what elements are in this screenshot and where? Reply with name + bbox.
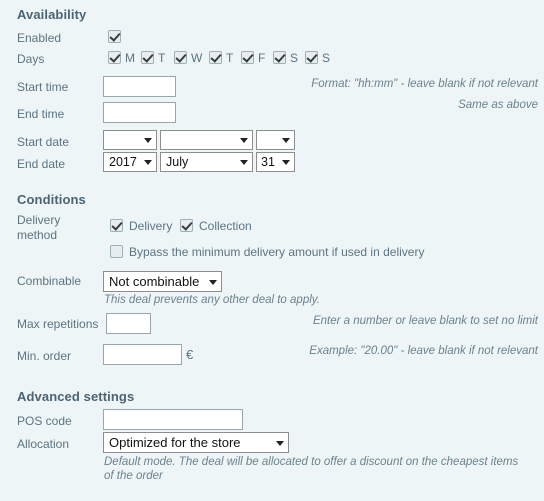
end-date-year-select[interactable]: 2017	[103, 152, 157, 172]
pos-code-input[interactable]	[103, 409, 243, 430]
section-title-availability: Availability	[17, 7, 87, 22]
checkbox-day-monday[interactable]	[108, 51, 121, 64]
start-date-month-select[interactable]	[160, 130, 253, 150]
allocation-value: Optimized for the store	[109, 435, 241, 450]
label-day-saturday: S	[290, 51, 299, 65]
start-date-day-select[interactable]	[256, 130, 295, 150]
checkbox-day-wednesday[interactable]	[174, 51, 187, 64]
checkbox-day-thursday[interactable]	[209, 51, 222, 64]
checkbox-day-friday[interactable]	[241, 51, 254, 64]
hint-end-time: Same as above	[458, 99, 538, 111]
section-title-conditions: Conditions	[17, 192, 86, 207]
label-collection: Collection	[199, 219, 252, 233]
max-repetitions-input[interactable]	[106, 313, 151, 334]
label-day-wednesday: W	[191, 51, 203, 65]
start-time-input[interactable]	[103, 76, 176, 97]
deal-settings-form: Availability Enabled Days M T W T F S S …	[0, 0, 544, 501]
checkbox-enabled[interactable]	[108, 30, 121, 43]
checkbox-day-sunday[interactable]	[305, 51, 318, 64]
end-date-month-value: July	[166, 155, 189, 169]
end-time-input[interactable]	[103, 102, 176, 123]
chevron-down-icon	[276, 440, 284, 446]
combinable-value: Not combinable	[109, 274, 200, 289]
section-title-advanced-settings: Advanced settings	[17, 389, 135, 404]
label-day-thursday: T	[226, 51, 234, 65]
label-delivery-method: Delivery method	[17, 213, 61, 242]
min-order-input[interactable]	[103, 344, 182, 365]
hint-allocation: Default mode. The deal will be allocated…	[104, 456, 519, 482]
checkbox-day-tuesday[interactable]	[141, 51, 154, 64]
label-min-order: Min. order	[17, 349, 72, 363]
chevron-down-icon	[240, 160, 248, 165]
checkbox-day-saturday[interactable]	[273, 51, 286, 64]
start-date-year-select[interactable]	[103, 130, 157, 150]
chevron-down-icon	[282, 138, 290, 143]
chevron-down-icon	[144, 160, 152, 165]
label-pos-code: POS code	[17, 414, 72, 428]
label-enabled: Enabled	[17, 31, 62, 45]
checkbox-bypass-minimum-delivery[interactable]	[110, 245, 123, 258]
end-date-day-select[interactable]: 31	[256, 152, 295, 172]
label-day-friday: F	[258, 51, 266, 65]
chevron-down-icon	[209, 279, 217, 285]
allocation-select[interactable]: Optimized for the store	[103, 432, 289, 453]
hint-start-time: Format: "hh:mm" - leave blank if not rel…	[311, 78, 538, 90]
chevron-down-icon	[240, 138, 248, 143]
label-allocation: Allocation	[17, 437, 70, 451]
chevron-down-icon	[144, 138, 152, 143]
label-end-time: End time	[17, 107, 65, 121]
label-delivery: Delivery	[129, 219, 173, 233]
label-combinable: Combinable	[17, 274, 82, 288]
hint-max-repetitions: Enter a number or leave blank to set no …	[312, 315, 538, 327]
end-date-day-value: 31	[261, 155, 275, 169]
end-date-year-value: 2017	[109, 155, 137, 169]
combinable-select[interactable]: Not combinable	[103, 271, 222, 292]
chevron-down-icon	[282, 160, 290, 165]
label-end-date: End date	[17, 157, 66, 171]
hint-combinable: This deal prevents any other deal to app…	[104, 294, 320, 306]
end-date-month-select[interactable]: July	[160, 152, 253, 172]
currency-symbol: €	[186, 347, 194, 362]
label-day-tuesday: T	[158, 51, 166, 65]
label-max-repetitions: Max repetitions	[17, 317, 99, 331]
label-start-time: Start time	[17, 80, 69, 94]
label-days: Days	[17, 52, 45, 66]
checkbox-collection[interactable]	[180, 219, 193, 232]
label-bypass-minimum-delivery: Bypass the minimum delivery amount if us…	[129, 245, 425, 259]
label-start-date: Start date	[17, 135, 70, 149]
checkbox-delivery[interactable]	[110, 219, 123, 232]
label-day-monday: M	[125, 51, 135, 65]
label-day-sunday: S	[322, 51, 331, 65]
hint-min-order: Example: "20.00" - leave blank if not re…	[309, 345, 538, 357]
